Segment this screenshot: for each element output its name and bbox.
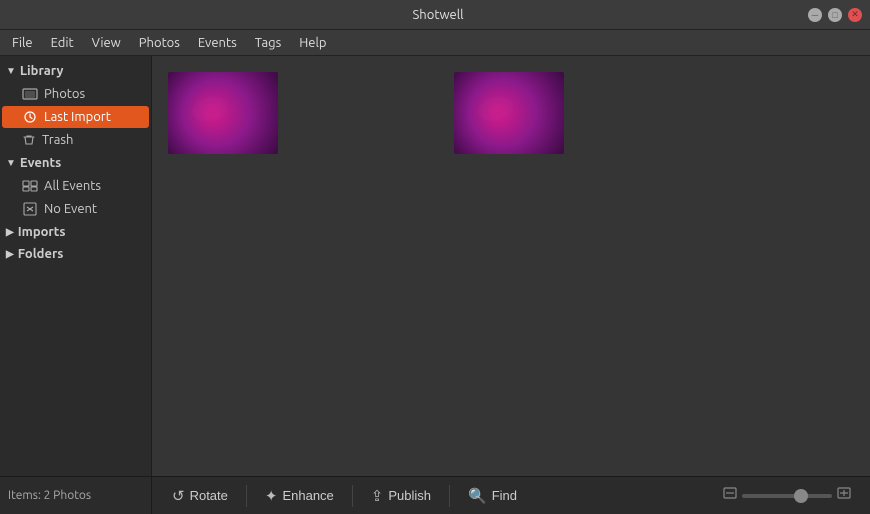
status-area: Items: 2 Photos [0,477,152,514]
titlebar-title: Shotwell [412,8,463,22]
toolbar-sep-3 [449,485,450,507]
photo-canvas-2 [454,72,564,154]
sidebar-folders-header[interactable]: ▶ Folders [0,243,151,265]
publish-button[interactable]: ⇪ Publish [361,483,441,509]
zoom-slider[interactable] [742,494,832,498]
sidebar-item-no-event[interactable]: No Event [2,198,149,220]
rotate-label: Rotate [190,488,228,503]
zoom-thumb[interactable] [794,489,808,503]
sidebar: ▼ Library Photos Last Import [0,56,152,476]
sidebar-imports-label: Imports [18,225,66,239]
sidebar-item-photos[interactable]: Photos [2,83,149,105]
zoom-in-icon[interactable] [836,486,852,505]
enhance-button[interactable]: ✦ Enhance [255,483,344,509]
minimize-button[interactable]: ─ [808,8,822,22]
menu-view[interactable]: View [84,33,129,53]
sidebar-photos-label: Photos [44,87,85,101]
zoom-area [722,486,860,505]
toolbar: ↺ Rotate ✦ Enhance ⇪ Publish 🔍 Find [152,483,870,509]
menu-tags[interactable]: Tags [247,33,290,53]
rotate-button[interactable]: ↺ Rotate [162,483,238,509]
sidebar-all-events-label: All Events [44,179,101,193]
sidebar-folders-label: Folders [18,247,64,261]
sidebar-imports-header[interactable]: ▶ Imports [0,221,151,243]
menubar: File Edit View Photos Events Tags Help [0,30,870,56]
items-label: Items: [8,489,41,502]
trash-icon [22,133,36,147]
photo-thumb-2[interactable] [454,72,564,154]
menu-photos[interactable]: Photos [131,33,188,53]
photo-canvas-1 [168,72,278,154]
sidebar-item-all-events[interactable]: All Events [2,175,149,197]
imports-arrow-icon: ▶ [6,226,14,238]
library-arrow-icon: ▼ [6,65,16,77]
menu-events[interactable]: Events [190,33,245,53]
no-event-icon [22,202,38,216]
maximize-button[interactable]: □ [828,8,842,22]
find-icon: 🔍 [468,487,487,505]
menu-help[interactable]: Help [291,33,334,53]
titlebar: Shotwell ─ □ ✕ [0,0,870,30]
publish-icon: ⇪ [371,487,384,505]
sidebar-events-header[interactable]: ▼ Events [0,152,151,174]
sidebar-library-header[interactable]: ▼ Library [0,60,151,82]
sidebar-trash-label: Trash [42,133,73,147]
items-count: 2 Photos [44,489,91,502]
content-area [152,56,870,476]
toolbar-sep-2 [352,485,353,507]
photo-thumb-1[interactable] [168,72,278,154]
all-events-icon [22,179,38,193]
toolbar-sep-1 [246,485,247,507]
photos-icon [22,87,38,101]
find-label: Find [492,488,517,503]
enhance-icon: ✦ [265,487,278,505]
bottombar: Items: 2 Photos ↺ Rotate ✦ Enhance ⇪ Pub… [0,476,870,514]
sidebar-item-trash[interactable]: Trash [2,129,149,151]
zoom-out-icon[interactable] [722,486,738,505]
sidebar-item-last-import[interactable]: Last Import [2,106,149,128]
main-area: ▼ Library Photos Last Import [0,56,870,476]
sidebar-events-label: Events [20,156,61,170]
close-button[interactable]: ✕ [848,8,862,22]
find-button[interactable]: 🔍 Find [458,483,527,509]
publish-label: Publish [388,488,431,503]
folders-arrow-icon: ▶ [6,248,14,260]
sidebar-last-import-label: Last Import [44,110,111,124]
window-controls: ─ □ ✕ [808,8,862,22]
enhance-label: Enhance [282,488,333,503]
last-import-icon [22,110,38,124]
menu-edit[interactable]: Edit [43,33,82,53]
events-arrow-icon: ▼ [6,157,16,169]
sidebar-no-event-label: No Event [44,202,97,216]
rotate-icon: ↺ [172,487,185,505]
menu-file[interactable]: File [4,33,41,53]
sidebar-library-label: Library [20,64,63,78]
